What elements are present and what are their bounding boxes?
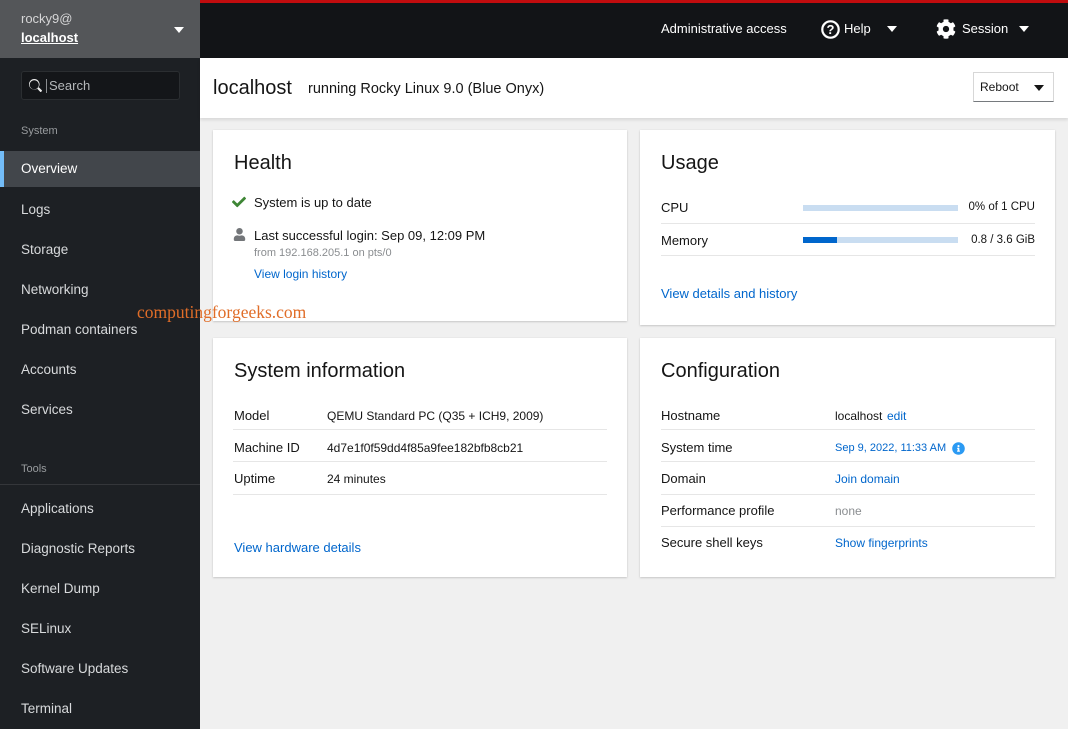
svg-text:?: ?	[827, 22, 835, 37]
